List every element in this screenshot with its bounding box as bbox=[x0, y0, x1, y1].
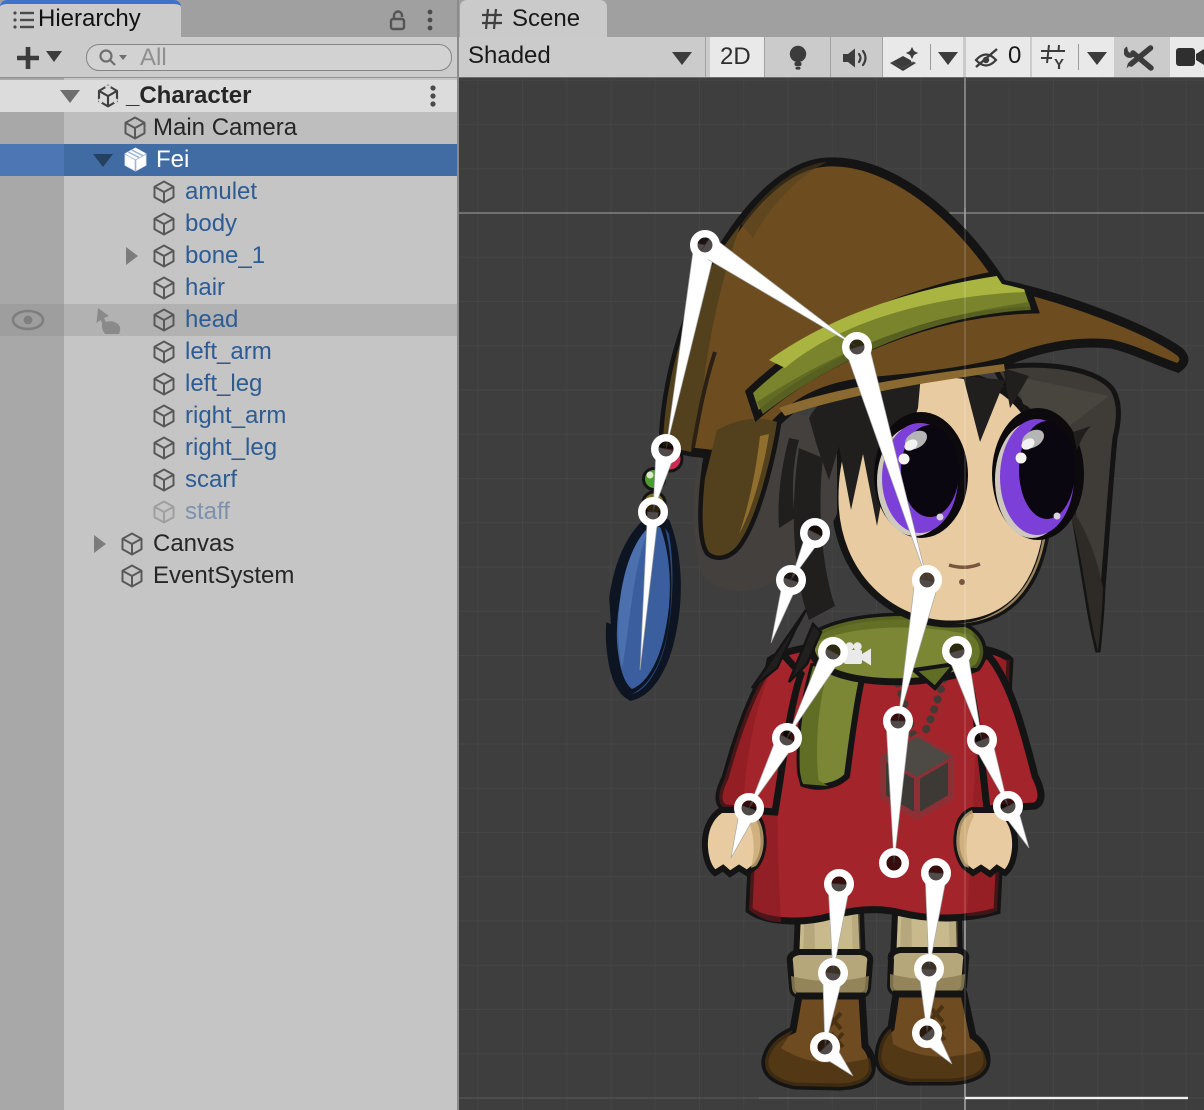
svg-text:Y: Y bbox=[1054, 56, 1064, 72]
